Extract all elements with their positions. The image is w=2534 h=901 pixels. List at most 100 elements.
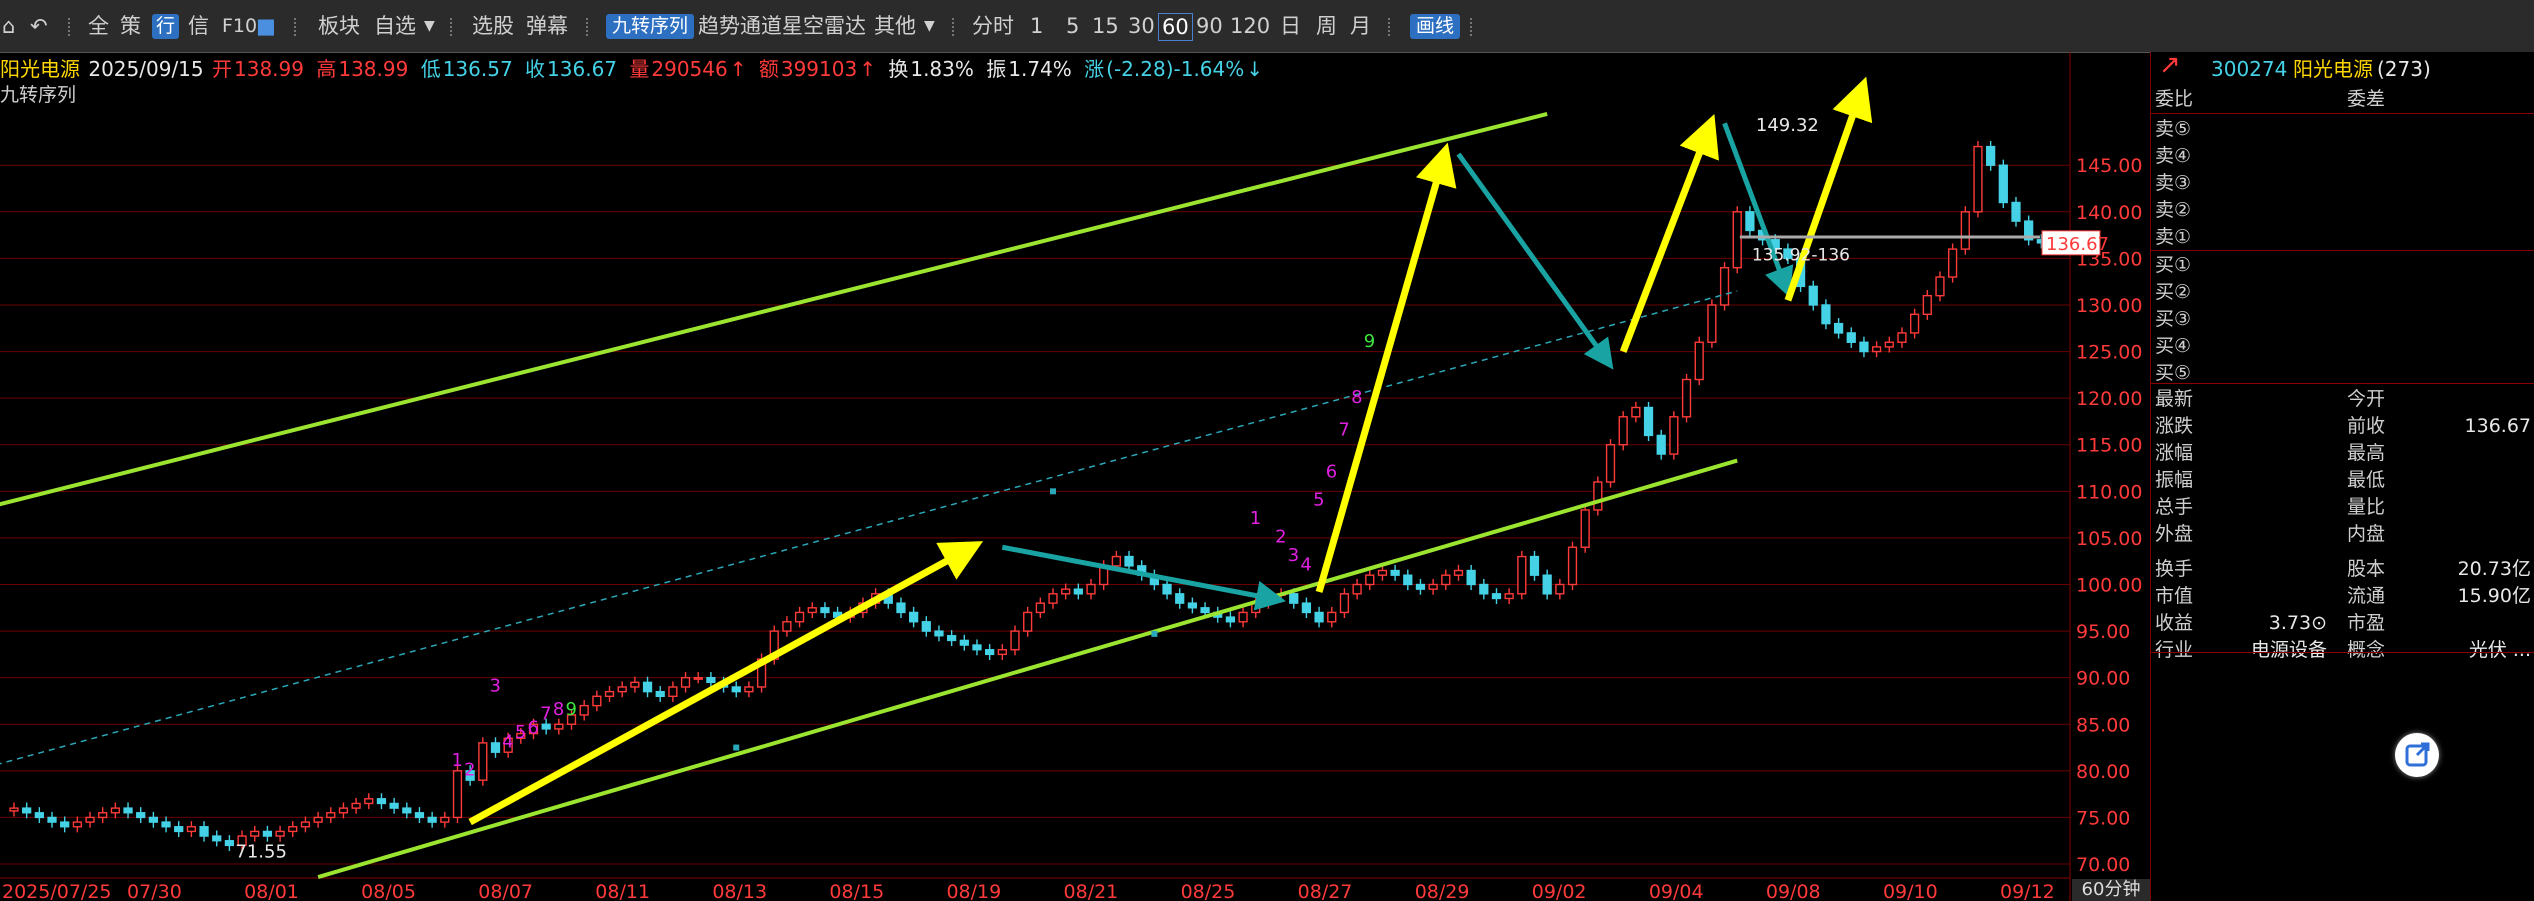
tool-xingkong[interactable]: 星空雷达: [782, 12, 866, 40]
candle-down: [642, 681, 653, 693]
x-tick-label: 09/12: [2000, 881, 2055, 901]
stat-l1: 收益: [2155, 612, 2194, 634]
tool-ce[interactable]: 策: [120, 12, 141, 40]
tool-jiuzhuan[interactable]: 九转序列: [606, 14, 695, 39]
middle-channel-line: [0, 290, 1738, 765]
period-15[interactable]: 15: [1092, 12, 1119, 40]
toolbar-divider: [952, 18, 956, 36]
buy-row[interactable]: 买②: [2151, 279, 2534, 306]
period-day[interactable]: 日: [1280, 12, 1301, 40]
x-tick-label: 09/02: [1532, 881, 1587, 901]
chevron-down-icon[interactable]: ▼: [424, 12, 435, 40]
weibi-label: 委比: [2155, 88, 2194, 110]
back-icon[interactable]: ↶: [30, 12, 48, 40]
candle-up: [617, 686, 627, 693]
toolbar-divider: [1470, 18, 1474, 36]
sell-label: 卖④: [2155, 145, 2192, 167]
sell-row[interactable]: 卖③: [2151, 170, 2534, 197]
period-week[interactable]: 周: [1316, 12, 1337, 40]
sell-row[interactable]: 卖②: [2151, 197, 2534, 224]
tool-quan[interactable]: 全: [88, 12, 109, 40]
candle-down: [1643, 406, 1654, 437]
tool-f10[interactable]: F10: [222, 12, 257, 40]
x-tick-label: 08/29: [1415, 881, 1470, 901]
x-tick-label: 08/01: [244, 881, 299, 901]
candle-down: [820, 607, 830, 614]
share-button[interactable]: [2395, 733, 2439, 777]
x-tick-label: 09/10: [1883, 881, 1938, 901]
buy-row[interactable]: 买④: [2151, 333, 2534, 360]
candle-up: [1681, 378, 1692, 418]
buy-row[interactable]: 买③: [2151, 306, 2534, 333]
share-icon: [2405, 742, 2430, 767]
tool-xin[interactable]: 信: [188, 12, 209, 40]
tool-hang[interactable]: 行: [152, 14, 180, 39]
tool-zixuan[interactable]: 自选: [374, 12, 416, 40]
tool-qushi[interactable]: 趋势通道: [698, 12, 782, 40]
candle-up: [1922, 294, 1932, 315]
stat-l2: 概念: [2347, 639, 2386, 661]
stat-l1: 涨跌: [2155, 415, 2194, 437]
candle-up: [326, 812, 336, 819]
kline-chart[interactable]: 145.00140.00135.00130.00125.00120.00115.…: [0, 52, 2150, 901]
candle-up: [1517, 555, 1527, 595]
window-icon[interactable]: ■: [256, 12, 276, 40]
candle-down: [199, 826, 209, 837]
candle-down: [136, 812, 146, 819]
candle-up: [1948, 248, 1958, 278]
candle-down: [34, 812, 44, 819]
stat-row: 涨幅 最高: [2151, 440, 2534, 467]
buy-label: 买④: [2155, 335, 2192, 357]
nine-sequence-label: 9: [566, 699, 577, 720]
candle-down: [1859, 341, 1869, 353]
period-30[interactable]: 30: [1128, 12, 1155, 40]
arrow-down-2: [1456, 152, 1614, 370]
candle-down: [376, 798, 387, 805]
candle-down: [1745, 211, 1755, 232]
stat-row: 涨跌 前收 136.67: [2151, 413, 2534, 440]
period-5[interactable]: 5: [1066, 12, 1079, 40]
tool-qita[interactable]: 其他: [874, 12, 916, 40]
period-month[interactable]: 月: [1350, 12, 1371, 40]
nine-sequence-label: 9: [1364, 331, 1375, 352]
channel-point: [1151, 630, 1158, 637]
timeframe-tag[interactable]: 60分钟: [2072, 879, 2150, 901]
stat-l2: 量比: [2347, 496, 2386, 518]
period-90[interactable]: 90: [1196, 12, 1223, 40]
sell-label: 卖②: [2155, 199, 2192, 221]
order-ratio-row: 委比 委差: [2151, 86, 2534, 113]
sell-row[interactable]: 卖④: [2151, 143, 2534, 170]
stat-l1: 行业: [2155, 639, 2194, 661]
arrow-down-1: [1001, 544, 1286, 611]
sell-row[interactable]: 卖⑤: [2151, 116, 2534, 143]
nine-sequence-label: 4: [502, 732, 513, 753]
nine-sequence-label: 7: [1338, 419, 1349, 440]
candle-down: [1998, 164, 2008, 204]
tool-draw-line[interactable]: 画线: [1410, 14, 1461, 39]
sell-row[interactable]: 卖①: [2151, 224, 2534, 251]
candle-up: [98, 812, 108, 819]
tool-fenshi[interactable]: 分时: [972, 12, 1014, 40]
period-1[interactable]: 1: [1030, 12, 1043, 40]
stock-count: (273): [2377, 57, 2431, 81]
period-60-selected[interactable]: 60: [1158, 13, 1193, 41]
tool-danmu[interactable]: 弹幕: [526, 12, 568, 40]
toolbar: ⌂ ↶ 全 策 行 信 F10 ■ 板块 自选 ▼ 选股 弹幕 九转序列 趋势通…: [0, 0, 2534, 53]
chevron-down-icon[interactable]: ▼: [924, 12, 935, 40]
chart-grid: [0, 52, 2071, 901]
tool-xuangu[interactable]: 选股: [472, 12, 514, 40]
chart-annotations: 71.55149.32135.92-1361 234 5 67 8 9123 4567891…: [235, 115, 2109, 863]
candle-up: [693, 676, 703, 680]
divider: [2151, 250, 2534, 251]
stat-row: 最新 今开: [2151, 386, 2534, 413]
period-120[interactable]: 120: [1230, 12, 1270, 40]
candle-down: [921, 621, 931, 632]
tool-bankuai[interactable]: 板块: [318, 12, 360, 40]
candle-up: [1567, 546, 1578, 586]
buy-row[interactable]: 买①: [2151, 252, 2534, 279]
candle-down: [1491, 593, 1502, 600]
candle-up: [338, 807, 349, 814]
candle-down: [1479, 583, 1489, 595]
stock-code: 300274: [2211, 57, 2288, 81]
home-icon[interactable]: ⌂: [2, 12, 15, 40]
